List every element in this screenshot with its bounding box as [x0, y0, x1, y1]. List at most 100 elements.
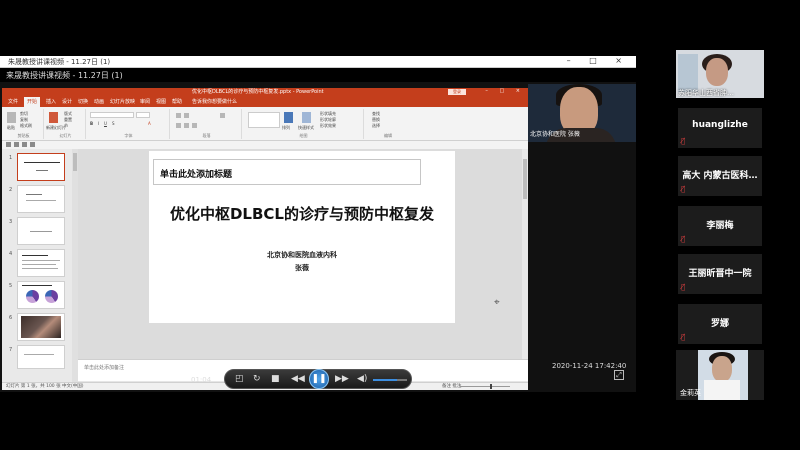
font-color-icon[interactable]: A	[148, 121, 151, 126]
thumb-number: 3	[9, 219, 13, 225]
notes-placeholder: 单击此处添加备注	[84, 365, 125, 371]
zoom-slider[interactable]	[460, 384, 510, 389]
ribbon-group-font: B I U S A 字体	[88, 109, 170, 139]
title-placeholder[interactable]: 单击此处添加标题	[153, 159, 421, 185]
bold-icon[interactable]: B	[90, 121, 93, 126]
meeting-window: 朱晟教授讲课视频 - 11.27日 (1) – □ × 来晟教授讲课视频 - 1…	[0, 56, 636, 392]
ribbon-group-slides: 新建幻灯片 版式 重置 节 幻灯片	[46, 109, 86, 139]
group-label-clipboard: 剪贴板	[17, 133, 30, 138]
zoom-slider-thumb[interactable]	[490, 384, 492, 389]
status-notes-comments[interactable]: 备注 批注	[442, 383, 461, 389]
slide-thumbnail-4[interactable]	[17, 249, 65, 277]
player-controls: ◰ ↻ ■ ◀◀ ❚❚ ▶▶ ◀)	[224, 369, 412, 389]
slide-thumbnail-2[interactable]	[17, 185, 65, 213]
slide-author[interactable]: 张薇	[149, 263, 455, 273]
tab-review[interactable]: 审阅	[140, 98, 150, 105]
ribbon-group-paragraph: 段落	[172, 109, 242, 139]
tab-home[interactable]: 开始	[24, 97, 41, 107]
select-button[interactable]: 选择	[372, 123, 380, 129]
format-painter-button[interactable]: 格式刷	[20, 123, 32, 129]
bullets-icon[interactable]	[176, 113, 181, 118]
tell-me-search[interactable]: 告诉我你想要做什么	[192, 98, 237, 105]
quick-styles-icon[interactable]	[302, 112, 311, 123]
participant-tile[interactable]: 罗娜 🎙̸	[678, 304, 762, 344]
section-button[interactable]: 节	[64, 123, 68, 129]
thumb-number: 6	[9, 315, 13, 321]
maximize-icon[interactable]: □	[589, 56, 605, 65]
slide-thumbnail-3[interactable]	[17, 217, 65, 245]
thumb-number: 5	[9, 283, 13, 289]
participant-tile[interactable]: 李丽梅 🎙̸	[678, 206, 762, 246]
slide-thumbnail-7[interactable]	[17, 345, 65, 369]
group-label-editing: 编辑	[384, 133, 392, 138]
arrange-button[interactable]: 排列	[282, 125, 290, 131]
participant-video-2[interactable]: 金莉英	[676, 350, 764, 400]
numbering-icon[interactable]	[184, 113, 189, 118]
slide-thumbnail-5[interactable]	[17, 281, 65, 309]
login-button[interactable]: 登录	[448, 89, 466, 95]
slide[interactable]: 单击此处添加标题 优化中枢DLBCL的诊疗与预防中枢复发 北京协和医院血液内科 …	[149, 151, 455, 323]
italic-icon[interactable]: I	[98, 121, 99, 126]
ribbon-group-editing: 查找 替换 选择 编辑	[366, 109, 410, 139]
slide-thumbnail-1[interactable]	[17, 153, 65, 181]
new-slide-button[interactable]: 新建幻灯片	[46, 125, 66, 131]
slide-thumbnail-6[interactable]	[17, 313, 65, 341]
shape-effects-button[interactable]: 形状效果	[320, 123, 336, 129]
font-name-dropdown[interactable]	[90, 112, 134, 118]
ribbon-group-drawing: 排列 快速样式 形状填充 形状轮廓 形状效果 绘图	[244, 109, 364, 139]
paste-button[interactable]: 粘贴	[7, 125, 15, 131]
slide-main-title[interactable]: 优化中枢DLBCL的诊疗与预防中枢复发	[149, 203, 455, 224]
canvas-scrollbar[interactable]	[522, 149, 528, 359]
tab-file[interactable]: 文件	[8, 98, 18, 105]
tab-slideshow[interactable]: 幻灯片放映	[110, 98, 135, 105]
tab-design[interactable]: 设计	[62, 98, 72, 105]
strikethrough-icon[interactable]: S	[112, 121, 115, 126]
participant-name: 王丽昕晋中一院	[688, 269, 752, 279]
volume-slider[interactable]	[373, 379, 407, 381]
quick-styles-button[interactable]: 快速样式	[298, 125, 314, 131]
underline-icon[interactable]: U	[104, 121, 107, 126]
align-left-icon[interactable]	[176, 123, 181, 128]
tab-view[interactable]: 视图	[156, 98, 166, 105]
participant-tile[interactable]: 王丽昕晋中一院 🎙̸	[678, 254, 762, 294]
ribbon-group-clipboard: 粘贴 剪切 复制 格式刷 剪贴板	[4, 109, 44, 139]
quick-access-toolbar[interactable]	[6, 89, 36, 104]
fast-forward-icon[interactable]: ▶▶	[335, 374, 349, 384]
new-slide-icon[interactable]	[49, 112, 58, 123]
start-slideshow-icon[interactable]	[30, 142, 35, 147]
participant-tile[interactable]: huanglizhe 🎙̸	[678, 108, 762, 148]
paste-icon[interactable]	[7, 112, 16, 123]
ppt-window-controls[interactable]: – □ ×	[485, 88, 525, 94]
text-direction-icon[interactable]	[220, 113, 225, 118]
align-right-icon[interactable]	[192, 123, 197, 128]
thumb-number: 2	[9, 187, 13, 193]
mouse-cursor-icon: ⌖	[494, 297, 500, 308]
tab-help[interactable]: 帮助	[172, 98, 182, 105]
mic-muted-icon: 🎙̸	[681, 333, 686, 341]
volume-icon[interactable]: ◀)	[357, 374, 367, 384]
participant-name: huanglizhe	[692, 120, 748, 130]
font-size-dropdown[interactable]	[136, 112, 150, 118]
pip-icon[interactable]: ◰	[235, 374, 244, 384]
minimize-icon[interactable]: –	[567, 56, 579, 65]
save-icon[interactable]	[6, 142, 11, 147]
speaker-video[interactable]: 北京协和医院 张薇	[528, 84, 636, 142]
rewind-icon[interactable]: ◀◀	[291, 374, 305, 384]
refresh-icon[interactable]: ↻	[253, 374, 261, 384]
participant-tile[interactable]: 高大 内蒙古医科… 🎙̸	[678, 156, 762, 196]
tab-animations[interactable]: 动画	[94, 98, 104, 105]
slide-department[interactable]: 北京协和医院血液内科	[149, 250, 455, 260]
pause-button[interactable]: ❚❚	[309, 369, 329, 389]
align-center-icon[interactable]	[184, 123, 189, 128]
close-icon[interactable]: ×	[615, 56, 630, 65]
stop-icon[interactable]: ■	[271, 374, 280, 384]
undo-icon[interactable]	[14, 142, 19, 147]
tab-insert[interactable]: 插入	[46, 98, 56, 105]
shapes-gallery[interactable]	[248, 112, 280, 128]
window-controls[interactable]: – □ ×	[567, 56, 630, 65]
redo-icon[interactable]	[22, 142, 27, 147]
arrange-icon[interactable]	[284, 112, 293, 123]
fullscreen-icon[interactable]: ⤢	[614, 370, 624, 380]
participant-video-1[interactable]: 苏阳华山西省肿…	[676, 50, 764, 98]
tab-transitions[interactable]: 切换	[78, 98, 88, 105]
